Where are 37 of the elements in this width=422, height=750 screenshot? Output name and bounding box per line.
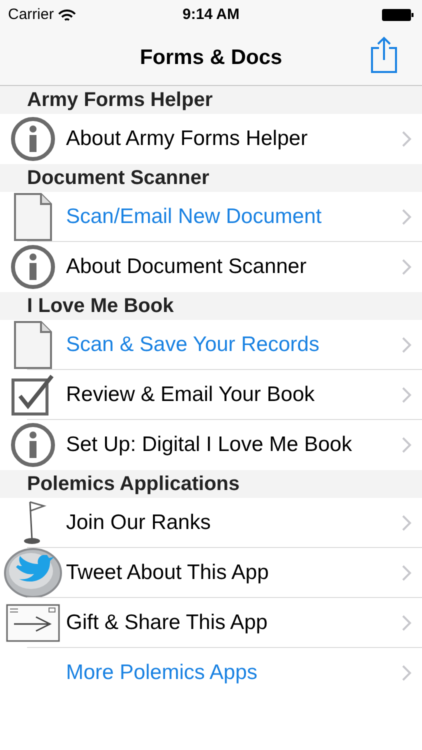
row-label: Gift & Share This App bbox=[66, 610, 269, 636]
chevron-icon bbox=[402, 615, 412, 631]
chevron-icon bbox=[402, 131, 412, 147]
bird-icon bbox=[4, 547, 62, 599]
envelope-icon bbox=[6, 604, 60, 642]
row-label: More Polemics Apps bbox=[66, 660, 258, 686]
row-label: Tweet About This App bbox=[66, 560, 270, 586]
row-label: About Army Forms Helper bbox=[66, 126, 309, 152]
info-icon bbox=[10, 244, 56, 290]
row-label: Scan/Email New Document bbox=[66, 204, 323, 230]
section-title: Army Forms Helper bbox=[27, 88, 213, 113]
battery-icon bbox=[382, 9, 414, 21]
chevron-icon bbox=[402, 209, 412, 225]
share-button[interactable] bbox=[370, 36, 398, 74]
chevron-icon bbox=[402, 665, 412, 681]
checkbox-icon bbox=[10, 372, 56, 418]
wifi-icon bbox=[58, 8, 76, 22]
chevron-icon bbox=[402, 337, 412, 353]
row-label: Scan & Save Your Records bbox=[66, 332, 320, 358]
carrier-label: Carrier bbox=[8, 4, 54, 25]
chevron-icon bbox=[402, 387, 412, 403]
row-label: Set Up: Digital I Love Me Book bbox=[66, 432, 353, 458]
section-title: Polemics Applications bbox=[27, 472, 240, 497]
chevron-icon bbox=[402, 565, 412, 581]
info-icon bbox=[10, 116, 56, 162]
share-icon bbox=[370, 36, 398, 74]
chevron-icon bbox=[402, 259, 412, 275]
nav-title: Forms & Docs bbox=[140, 44, 282, 71]
clock: 9:14 AM bbox=[182, 4, 240, 25]
chevron-icon bbox=[402, 515, 412, 531]
row-label: Review & Email Your Book bbox=[66, 382, 316, 408]
section-title: Document Scanner bbox=[27, 166, 210, 191]
row-label: About Document Scanner bbox=[66, 254, 308, 280]
section-title: I Love Me Book bbox=[27, 294, 174, 319]
row-label: Join Our Ranks bbox=[66, 510, 212, 536]
info-icon bbox=[10, 422, 56, 468]
chevron-icon bbox=[402, 437, 412, 453]
